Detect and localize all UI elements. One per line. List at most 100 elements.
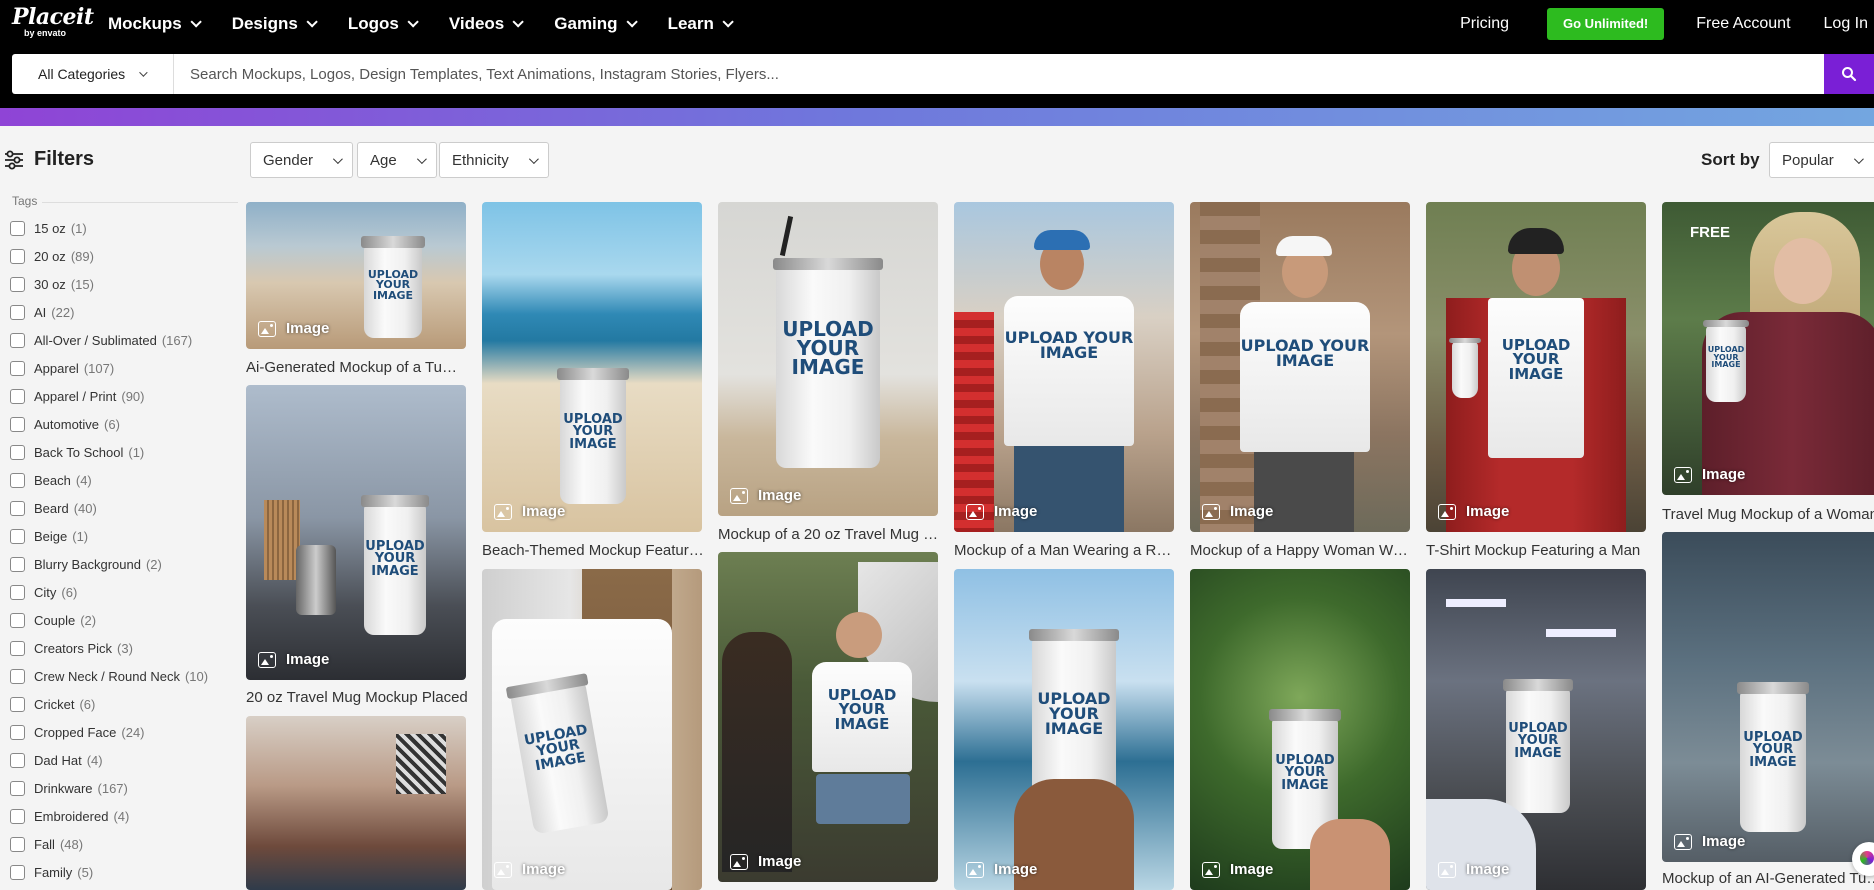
tag-filter-item[interactable]: Blurry Background (2): [10, 550, 240, 578]
nav-designs[interactable]: Designs: [232, 14, 318, 34]
login-link[interactable]: Log In: [1824, 15, 1868, 33]
sort-select[interactable]: Popular: [1769, 142, 1874, 178]
mockup-card-ai-tumbler-gym[interactable]: UPLOAD YOUR IMAGE Image Mockup of an AI-…: [1662, 532, 1874, 890]
tag-filter-item[interactable]: Crew Neck / Round Neck (10): [10, 662, 240, 690]
mockup-card-travel-mug-kitchen[interactable]: UPLOAD YOUR IMAGE Image 20 oz Travel Mug…: [246, 385, 468, 715]
tag-checkbox[interactable]: [10, 472, 25, 488]
mockup-card-hand-tumbler-sea[interactable]: UPLOAD YOUR IMAGE Image: [954, 569, 1174, 890]
nav-mockups[interactable]: Mockups: [108, 14, 202, 34]
card-thumbnail: UPLOAD YOUR IMAGE Image: [1662, 532, 1874, 862]
top-nav: Placeit by envato Mockups Designs Logos …: [0, 0, 1874, 48]
go-unlimited-button[interactable]: Go Unlimited!: [1547, 8, 1665, 40]
card-caption: Ai-Generated Mockup of a Tumbler: [246, 359, 468, 376]
free-account-link[interactable]: Free Account: [1696, 15, 1790, 33]
tag-checkbox[interactable]: [10, 780, 25, 796]
tag-filter-item[interactable]: Drinkware (167): [10, 774, 240, 802]
tag-filter-item[interactable]: Beard (40): [10, 494, 240, 522]
tag-checkbox[interactable]: [10, 360, 25, 376]
tag-checkbox[interactable]: [10, 668, 25, 684]
tag-checkbox[interactable]: [10, 416, 25, 432]
tag-checkbox[interactable]: [10, 248, 25, 264]
tag-filter-item[interactable]: Family (5): [10, 858, 240, 886]
tag-filter-item[interactable]: Creators Pick (3): [10, 634, 240, 662]
mockup-card-happy-woman[interactable]: UPLOAD YOUR IMAGE Image Mockup of a Happ…: [1190, 202, 1412, 564]
tag-filter-item[interactable]: Dad Hat (4): [10, 746, 240, 774]
upload-text: UPLOAD YOUR IMAGE: [365, 539, 425, 579]
tag-count: (40): [73, 500, 97, 516]
nav-logos[interactable]: Logos: [348, 14, 419, 34]
sort-value: Popular: [1782, 151, 1834, 169]
category-label: All Categories: [38, 66, 126, 82]
tag-filter-item[interactable]: 30 oz (15): [10, 270, 240, 298]
tag-filter-item[interactable]: City (6): [10, 578, 240, 606]
tag-checkbox[interactable]: [10, 220, 25, 236]
gender-label: Gender: [263, 151, 314, 169]
image-badge: Image: [730, 487, 801, 504]
mockup-card-room[interactable]: [246, 716, 466, 890]
mockup-card-travel-mug-20oz[interactable]: UPLOAD YOUR IMAGE Image Mockup of a 20 o…: [718, 202, 940, 548]
tag-checkbox[interactable]: [10, 304, 25, 320]
tag-checkbox[interactable]: [10, 276, 25, 292]
tag-count: (22): [51, 304, 75, 320]
tag-checkbox[interactable]: [10, 500, 25, 516]
tag-checkbox[interactable]: [10, 528, 25, 544]
tag-filter-item[interactable]: Fall (48): [10, 830, 240, 858]
tag-filter-item[interactable]: Cricket (6): [10, 690, 240, 718]
badge-label: Image: [758, 853, 802, 870]
tag-filter-item[interactable]: 15 oz (1): [10, 214, 240, 242]
search-input[interactable]: [174, 54, 1824, 94]
tag-filter-item[interactable]: Automotive (6): [10, 410, 240, 438]
gender-filter[interactable]: Gender: [250, 142, 354, 178]
tag-checkbox[interactable]: [10, 836, 25, 852]
image-badge: Image: [494, 503, 565, 520]
mockup-card-couple-camping[interactable]: UPLOAD YOUR IMAGE Image: [718, 552, 938, 882]
pricing-link[interactable]: Pricing: [1460, 15, 1509, 33]
mockup-card-beach-themed[interactable]: UPLOAD YOUR IMAGE Image Beach-Themed Moc…: [482, 202, 704, 564]
mockup-card-tumbler-office[interactable]: UPLOAD YOUR IMAGE Image: [1426, 569, 1646, 890]
nav-videos[interactable]: Videos: [449, 14, 525, 34]
tag-filter-item[interactable]: Apparel (107): [10, 354, 240, 382]
tag-filter-item[interactable]: 20 oz (89): [10, 242, 240, 270]
placeit-logo[interactable]: Placeit by envato: [12, 6, 94, 38]
image-icon: [494, 861, 512, 878]
tag-filter-item[interactable]: Embroidered (4): [10, 802, 240, 830]
nav-learn[interactable]: Learn: [668, 14, 734, 34]
tag-checkbox[interactable]: [10, 640, 25, 656]
tag-filter-item[interactable]: All-Over / Sublimated (167): [10, 326, 240, 354]
tag-checkbox[interactable]: [10, 388, 25, 404]
tag-filter-item[interactable]: Cropped Face (24): [10, 718, 240, 746]
tag-filter-item[interactable]: Couple (2): [10, 606, 240, 634]
tag-checkbox[interactable]: [10, 752, 25, 768]
tag-checkbox[interactable]: [10, 612, 25, 628]
card-thumbnail: [246, 716, 466, 890]
tag-checkbox[interactable]: [10, 556, 25, 572]
tag-checkbox[interactable]: [10, 808, 25, 824]
mockup-card-tumbler-beach[interactable]: UPLOAD YOUR IMAGE Image Ai-Generated Moc…: [246, 202, 468, 380]
ethnicity-filter[interactable]: Ethnicity: [439, 142, 549, 178]
mockup-card-woman-tumbler[interactable]: UPLOAD YOUR IMAGE Image: [482, 569, 702, 890]
tag-checkbox[interactable]: [10, 724, 25, 740]
tag-filter-item[interactable]: Beige (1): [10, 522, 240, 550]
age-filter[interactable]: Age: [357, 142, 437, 178]
tags-divider: [42, 202, 238, 203]
nav-gaming[interactable]: Gaming: [554, 14, 638, 34]
tag-filter-item[interactable]: Back To School (1): [10, 438, 240, 466]
search-icon: [1842, 67, 1857, 82]
tag-count: (167): [97, 780, 128, 796]
tag-checkbox[interactable]: [10, 864, 25, 880]
tag-checkbox[interactable]: [10, 444, 25, 460]
tag-checkbox[interactable]: [10, 584, 25, 600]
tag-filter-item[interactable]: Beach (4): [10, 466, 240, 494]
tag-filter-item[interactable]: AI (22): [10, 298, 240, 326]
tag-checkbox[interactable]: [10, 332, 25, 348]
category-select[interactable]: All Categories: [12, 54, 174, 94]
mockup-card-man-red-jacket[interactable]: UPLOAD YOUR IMAGE Image T-Shirt Mockup F…: [1426, 202, 1646, 564]
tag-checkbox[interactable]: [10, 696, 25, 712]
mockup-card-tumbler-garden[interactable]: UPLOAD YOUR IMAGE Image: [1190, 569, 1410, 890]
mockup-card-man-round-neck[interactable]: UPLOAD YOUR IMAGE Image Mockup of a Man …: [954, 202, 1176, 564]
filters-header[interactable]: Filters: [4, 148, 94, 171]
search-button[interactable]: [1824, 54, 1874, 94]
mockup-card-woman-travel-mug[interactable]: UPLOAD YOUR IMAGE FREE Image Travel Mug …: [1662, 202, 1874, 544]
tag-filter-item[interactable]: Apparel / Print (90): [10, 382, 240, 410]
chat-icon: [1860, 851, 1874, 865]
